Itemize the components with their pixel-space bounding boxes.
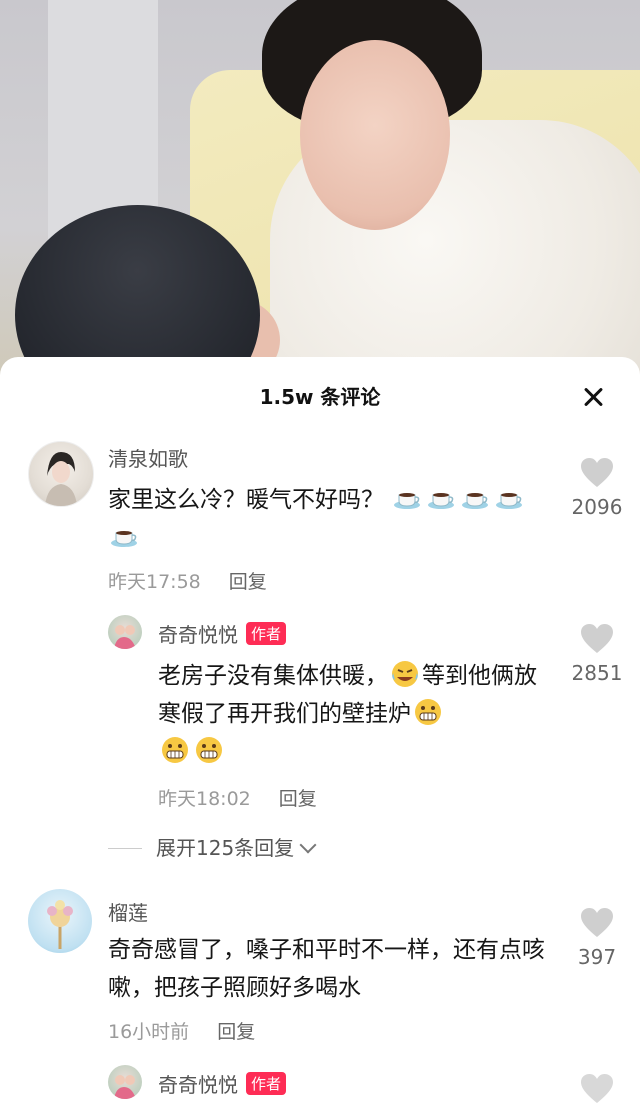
grinning-emoji-icon: [415, 699, 441, 725]
avatar-portrait-icon: [45, 452, 77, 506]
like-count: 2096: [571, 495, 623, 519]
heart-icon: [581, 1074, 613, 1103]
coffee-emoji-icon: [428, 493, 455, 509]
coffee-emoji-icon: [496, 493, 523, 509]
heart-icon: [581, 908, 613, 937]
reply-author-row: 奇奇悦悦 作者: [158, 1069, 287, 1098]
comment-username[interactable]: 榴莲: [108, 897, 148, 926]
comment-text: 老房子没有集体供暖， 等到他俩放寒假了再开我们的壁挂炉: [158, 657, 550, 771]
reply-button[interactable]: 回复: [279, 788, 317, 810]
reply-button[interactable]: 回复: [217, 1021, 255, 1043]
chevron-down-icon: [299, 836, 317, 854]
like-count: 397: [577, 945, 617, 969]
grinning-emoji-icon: [196, 737, 222, 763]
heart-icon: [581, 458, 613, 487]
heart-icon: [581, 624, 613, 653]
comment-meta: 昨天17:58 回复: [108, 567, 267, 594]
like-button[interactable]: 397: [567, 907, 627, 969]
avatar-children-icon: [114, 1075, 136, 1099]
coffee-emoji-icon: [394, 493, 421, 509]
like-count: 2851: [571, 661, 623, 685]
grinning-emoji-icon: [162, 737, 188, 763]
comment-meta: 16小时前 回复: [108, 1017, 255, 1044]
comment-count-title: 1.5w 条评论: [259, 385, 381, 409]
divider: [108, 848, 142, 849]
author-badge: 作者: [246, 622, 287, 645]
author-badge: 作者: [246, 1072, 287, 1095]
avatar[interactable]: [108, 1065, 142, 1099]
comment-text-part1: 老房子没有集体供暖，: [158, 663, 388, 689]
avatar[interactable]: [28, 441, 94, 507]
like-button[interactable]: [567, 1073, 627, 1105]
avatar[interactable]: [108, 615, 142, 649]
coffee-emoji-icon: [111, 531, 137, 547]
avatar-children-icon: [114, 625, 136, 649]
close-icon[interactable]: [578, 383, 608, 413]
video-person-face: [300, 40, 450, 230]
avatar-flower-icon: [47, 900, 73, 949]
coffee-emoji-icon: [462, 493, 489, 509]
comment-text-content: 家里这么冷？暖气不好吗？: [108, 487, 384, 513]
expand-replies-button[interactable]: 展开125条回复: [108, 832, 317, 861]
comment-username[interactable]: 清泉如歌: [108, 443, 188, 472]
comment-username[interactable]: 奇奇悦悦: [158, 623, 238, 647]
comment-text: 奇奇感冒了，嗓子和平时不一样，还有点咳嗽，把孩子照顾好多喝水: [108, 937, 545, 1001]
like-button[interactable]: 2096: [567, 457, 627, 519]
comment-time: 16小时前: [108, 1021, 190, 1043]
comment-meta: 昨天18:02 回复: [158, 784, 317, 811]
reply-button[interactable]: 回复: [229, 571, 267, 593]
expand-replies-label: 展开125条回复: [156, 836, 295, 860]
comment-time: 昨天17:58: [108, 571, 201, 593]
comment-sheet: 1.5w 条评论 清泉如歌 家里这么冷？暖气不好吗？ 昨天17:58 回复 209…: [0, 357, 640, 1109]
laughing-tears-emoji-icon: [392, 661, 418, 687]
like-button[interactable]: 2851: [567, 623, 627, 685]
video-frame[interactable]: [0, 0, 640, 380]
avatar[interactable]: [28, 889, 92, 953]
comment-text: 家里这么冷？暖气不好吗？: [108, 481, 538, 557]
reply-author-row: 奇奇悦悦 作者: [158, 619, 287, 648]
comment-time: 昨天18:02: [158, 788, 251, 810]
comment-username[interactable]: 奇奇悦悦: [158, 1073, 238, 1097]
